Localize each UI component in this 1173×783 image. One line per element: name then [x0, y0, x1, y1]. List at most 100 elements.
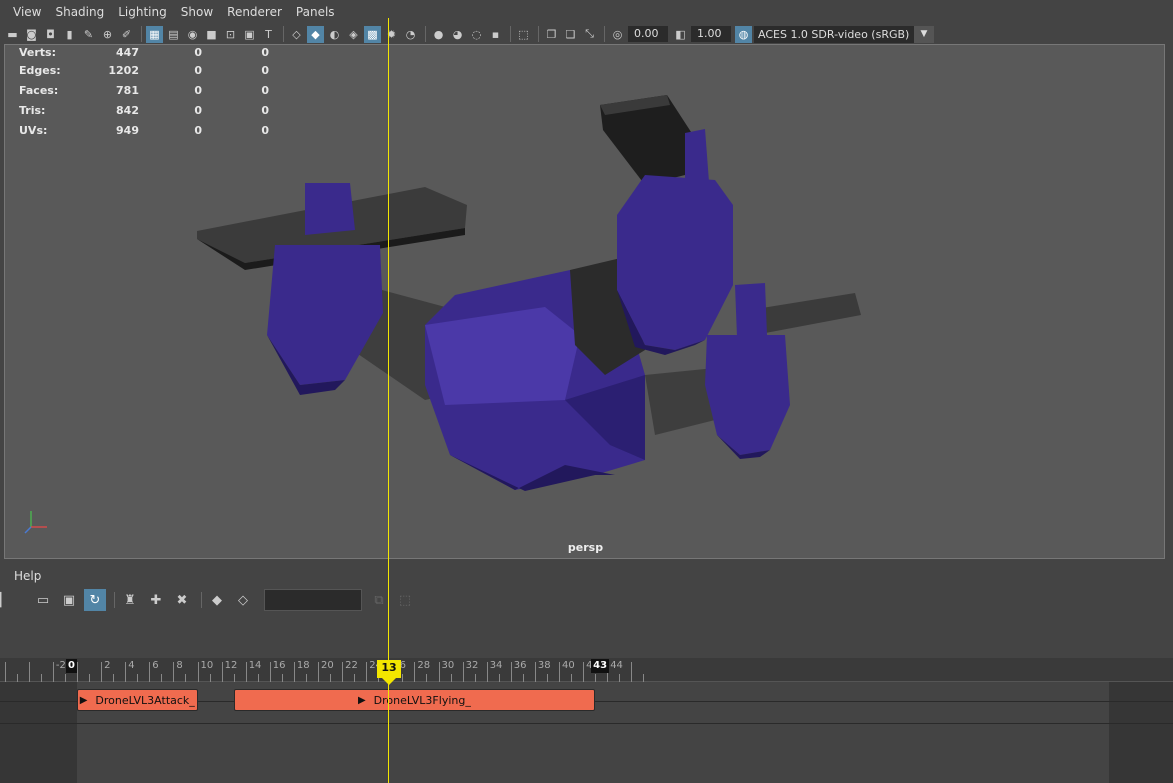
- ruler-label: 32: [465, 660, 479, 671]
- grease-pencil-icon[interactable]: ✐: [118, 26, 135, 43]
- remove-character-icon[interactable]: ✖: [171, 589, 193, 611]
- add-character-icon[interactable]: ✚: [145, 589, 167, 611]
- ruler-tick: [643, 674, 645, 682]
- shadows-icon[interactable]: ◔: [402, 26, 419, 43]
- gamma-field[interactable]: 1.00: [691, 26, 731, 42]
- view-transform-dropdown[interactable]: ACES 1.0 SDR-video (sRGB) ▼: [754, 25, 934, 43]
- safe-title-icon[interactable]: T: [260, 26, 277, 43]
- animation-clip[interactable]: ▶ DroneLVL3Attack_: [77, 689, 198, 711]
- play-icon[interactable]: ▶: [80, 695, 88, 706]
- ruler-tick: [438, 662, 440, 682]
- animation-clip[interactable]: ▶ DroneLVL3Flying_: [233, 689, 596, 711]
- chevron-down-icon: ▼: [914, 25, 934, 43]
- play-icon[interactable]: ▶: [358, 695, 366, 706]
- blend-icon[interactable]: ▣: [58, 589, 80, 611]
- select-camera-icon[interactable]: ▬: [4, 26, 21, 43]
- ruler-tick: [137, 674, 139, 682]
- ruler-tick: [534, 662, 536, 682]
- xray-active-components-icon[interactable]: ❑: [562, 26, 579, 43]
- menu-help[interactable]: Help: [14, 569, 41, 583]
- ruler-tick: [571, 674, 573, 682]
- clip-name: DroneLVL3Attack_: [95, 693, 195, 707]
- field-chart-icon[interactable]: ⊡: [222, 26, 239, 43]
- bookmark-icon[interactable]: ◘: [42, 26, 59, 43]
- ruler-tick: [414, 662, 416, 682]
- ruler-tick: [52, 662, 54, 682]
- range-end-marker[interactable]: 43: [591, 659, 610, 673]
- panel-menubar: View Shading Lighting Show Renderer Pane…: [0, 0, 1173, 24]
- use-all-lights-icon[interactable]: ✹: [383, 26, 400, 43]
- gamma-icon[interactable]: ◧: [672, 26, 689, 43]
- menu-renderer[interactable]: Renderer: [220, 5, 289, 19]
- ruler-tick: [546, 674, 548, 682]
- menu-lighting[interactable]: Lighting: [111, 5, 174, 19]
- ruler-tick: [462, 662, 464, 682]
- ruler-label: 14: [248, 660, 262, 671]
- ruler-label: 36: [513, 660, 527, 671]
- 2d-pan-zoom-icon[interactable]: ⊕: [99, 26, 116, 43]
- ruler-tick: [101, 662, 103, 682]
- time-ruler[interactable]: -224681012141618202224262830323436384042…: [0, 658, 1173, 682]
- smooth-shade-icon[interactable]: ◆: [307, 25, 324, 43]
- camera-attributes-icon[interactable]: ◙: [23, 26, 40, 43]
- exposure-field[interactable]: 0.00: [628, 26, 668, 42]
- toolbar-divider: [510, 26, 511, 42]
- image-plane-icon[interactable]: ✎: [80, 26, 97, 43]
- ruler-label: 4: [128, 660, 135, 671]
- menu-show[interactable]: Show: [174, 5, 220, 19]
- ruler-label: 40: [562, 660, 575, 671]
- drone-model[interactable]: [5, 45, 1164, 558]
- resolution-gate-icon[interactable]: ◉: [184, 26, 201, 43]
- ruler-label: 18: [296, 660, 310, 671]
- safe-action-icon[interactable]: ▣: [241, 26, 258, 43]
- current-frame-marker[interactable]: 13: [377, 660, 401, 678]
- trax-editor[interactable]: -224681012141618202224262830323436384042…: [0, 658, 1173, 783]
- create-track-icon[interactable]: ◆: [206, 589, 228, 611]
- menu-panels[interactable]: Panels: [289, 5, 342, 19]
- loop-icon[interactable]: ↻: [84, 589, 106, 611]
- edge-handle-icon[interactable]: ▎: [0, 589, 9, 611]
- ruler-label: 12: [224, 660, 238, 671]
- ruler-tick: [221, 662, 223, 682]
- gate-mask-icon[interactable]: ■: [203, 26, 220, 43]
- menu-view[interactable]: View: [6, 5, 48, 19]
- textured-icon[interactable]: ▩: [364, 25, 381, 43]
- toolbar-divider: [604, 26, 605, 42]
- ruler-label: 28: [417, 660, 431, 671]
- ruler-tick: [305, 674, 307, 682]
- xray-icon[interactable]: ❐: [543, 26, 560, 43]
- film-gate-icon[interactable]: ▤: [165, 26, 182, 43]
- character-icon[interactable]: ♜: [119, 589, 141, 611]
- ruler-tick: [125, 662, 127, 682]
- exposure-icon[interactable]: ◎: [609, 26, 626, 43]
- track-area[interactable]: ▶ DroneLVL3Attack_ ▶ DroneLVL3Flying_: [0, 682, 1173, 783]
- grid-icon[interactable]: ▦: [146, 25, 163, 43]
- anti-aliasing-icon[interactable]: ◌: [468, 26, 485, 43]
- default-material-icon[interactable]: ◐: [326, 26, 343, 43]
- ruler-tick: [402, 674, 404, 682]
- ruler-tick: [233, 674, 235, 682]
- color-management-icon[interactable]: ◍: [735, 25, 752, 43]
- screen-space-ao-icon[interactable]: ●: [430, 26, 447, 43]
- depth-of-field-icon[interactable]: ▪: [487, 26, 504, 43]
- disabled-offset-icon: ⬚: [398, 592, 412, 608]
- delete-track-icon[interactable]: ◇: [232, 589, 254, 611]
- track-divider: [0, 723, 1173, 724]
- wireframe-icon[interactable]: ◇: [288, 26, 305, 43]
- wireframe-on-shaded-icon[interactable]: ◈: [345, 26, 362, 43]
- toolbar-divider: [201, 592, 202, 608]
- view-transform-value: ACES 1.0 SDR-video (sRGB): [758, 27, 910, 41]
- ruler-tick: [595, 674, 597, 682]
- track-name-field[interactable]: [264, 589, 362, 611]
- range-start-marker[interactable]: 0: [66, 659, 77, 673]
- bookmark-flag-icon[interactable]: ▮: [61, 26, 78, 43]
- ruler-tick: [16, 674, 18, 682]
- viewport-3d[interactable]: Verts: 447 0 0 Edges: 1202 0 0 Faces: 78…: [4, 44, 1165, 559]
- motion-blur-icon[interactable]: ◕: [449, 26, 466, 43]
- ruler-tick: [197, 662, 199, 682]
- menu-shading[interactable]: Shading: [48, 5, 111, 19]
- xray-joints-icon[interactable]: ⤡: [581, 26, 598, 43]
- clip-icon[interactable]: ▭: [32, 589, 54, 611]
- ruler-tick: [366, 662, 368, 682]
- isolate-select-icon[interactable]: ⬚: [515, 26, 532, 43]
